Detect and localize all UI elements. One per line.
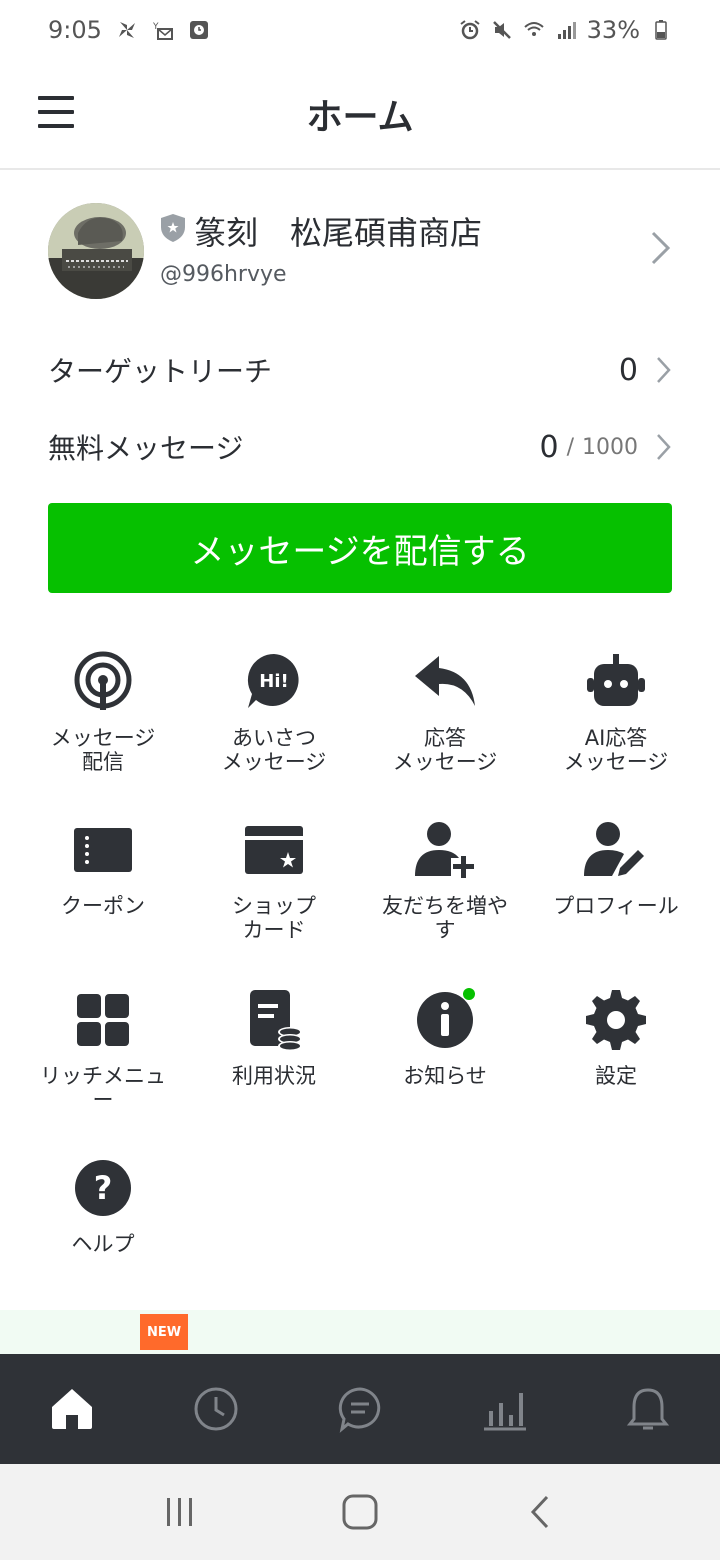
back-button[interactable]: [510, 1482, 570, 1542]
target-reach-label: ターゲットリーチ: [48, 355, 273, 388]
tile-label: お知らせ: [403, 1064, 487, 1088]
gear-icon: [586, 990, 646, 1050]
clock-app-icon: [189, 21, 208, 39]
target-reach-value: 0: [618, 352, 638, 388]
recent-apps-button[interactable]: [150, 1482, 210, 1542]
status-right: 33%: [459, 16, 672, 44]
svg-text:?: ?: [94, 1169, 113, 1207]
tile-label: ヘルプ: [71, 1232, 135, 1256]
tile-label: AI応答 メッセージ: [563, 726, 669, 774]
tile-help[interactable]: ? ヘルプ: [18, 1156, 188, 1256]
free-messages-label: 無料メッセージ: [48, 432, 244, 465]
shop-card-icon: [245, 826, 303, 874]
tile-label: あいさつ メッセージ: [221, 726, 327, 774]
tile-label: 友だちを増や す: [382, 894, 508, 942]
chart-icon: [484, 1393, 526, 1431]
tile-greeting-message[interactable]: Hi! あいさつ メッセージ: [189, 650, 359, 774]
home-button-icon: [342, 1494, 378, 1530]
tile-label: 設定: [595, 1064, 637, 1088]
add-friend-icon: [415, 822, 474, 878]
tile-label: リッチメニュ ー: [40, 1064, 166, 1112]
broadcast-icon: [74, 651, 132, 710]
tile-label: クーポン: [61, 894, 145, 918]
account-card[interactable]: 篆刻 松尾碩甫商店 @996hrvye: [0, 200, 720, 300]
hi-bubble-icon: Hi!: [247, 653, 299, 708]
tile-add-friends[interactable]: 友だちを増や す: [360, 818, 530, 942]
tile-label: メッセージ 配信: [50, 726, 156, 774]
rich-menu-icon: [77, 994, 129, 1046]
nav-chat[interactable]: [320, 1369, 400, 1449]
home-icon: [52, 1389, 92, 1429]
free-messages-value-group: 0 / 1000: [539, 430, 672, 465]
tile-coupon[interactable]: クーポン: [18, 818, 188, 918]
tile-label: ショップ カード: [232, 894, 316, 942]
coupon-icon: [74, 828, 132, 872]
target-reach-row[interactable]: ターゲットリーチ 0: [48, 345, 672, 395]
chat-icon: [338, 1387, 381, 1433]
pinwheel-icon: [118, 22, 135, 38]
system-nav: [0, 1464, 720, 1560]
robot-icon: [587, 654, 645, 706]
hamburger-menu-icon[interactable]: [38, 96, 74, 128]
battery-icon: [655, 20, 667, 40]
status-time: 9:05: [48, 16, 102, 44]
page-title: ホーム: [306, 97, 414, 138]
tile-label: 利用状況: [232, 1064, 316, 1088]
tile-message-broadcast[interactable]: メッセージ 配信: [18, 650, 188, 774]
tile-auto-reply[interactable]: 応答 メッセージ: [360, 650, 530, 774]
tile-ai-reply[interactable]: AI応答 メッセージ: [531, 650, 701, 774]
profile-edit-icon: [584, 822, 644, 876]
signal-icon: [557, 22, 576, 39]
recent-apps-icon: [167, 1498, 192, 1526]
promo-banner[interactable]: NEW: [0, 1310, 720, 1354]
free-messages-used: 0: [539, 429, 559, 465]
tile-profile[interactable]: プロフィール: [531, 818, 701, 918]
nav-history[interactable]: [176, 1369, 256, 1449]
free-messages-limit: 1000: [582, 434, 638, 460]
tile-settings[interactable]: 設定: [531, 988, 701, 1088]
mute-icon: [492, 21, 511, 39]
back-icon: [530, 1495, 549, 1529]
tile-notices[interactable]: お知らせ: [360, 988, 530, 1088]
shield-icon: [161, 214, 185, 242]
tile-rich-menu[interactable]: リッチメニュ ー: [18, 988, 188, 1112]
free-messages-row[interactable]: 無料メッセージ 0 / 1000: [48, 422, 672, 472]
tile-usage[interactable]: 利用状況: [189, 988, 359, 1088]
avatar-image: [48, 203, 144, 299]
status-bar: 9:05 Y 33%: [0, 0, 720, 60]
help-icon: ?: [75, 1160, 131, 1216]
account-id: @996hrvye: [160, 262, 287, 287]
tile-label: 応答 メッセージ: [392, 726, 498, 774]
tile-shop-card[interactable]: ショップ カード: [189, 818, 359, 942]
wifi-icon: [523, 22, 544, 36]
chevron-right-icon: [657, 434, 671, 460]
bottom-nav: [0, 1354, 720, 1464]
chevron-right-icon[interactable]: [650, 230, 672, 266]
account-name: 篆刻 松尾碩甫商店: [194, 214, 483, 252]
tile-label: プロフィール: [553, 894, 679, 918]
new-badge: NEW: [140, 1314, 188, 1350]
send-message-button[interactable]: メッセージを配信する: [48, 503, 672, 593]
nav-notifications[interactable]: [608, 1369, 688, 1449]
clock-icon: [194, 1387, 238, 1431]
nav-home[interactable]: [32, 1369, 112, 1449]
system-home-button[interactable]: [330, 1482, 390, 1542]
svg-text:Hi!: Hi!: [259, 671, 288, 692]
bell-icon: [626, 1388, 670, 1430]
free-messages-separator: /: [566, 434, 574, 460]
voicemail-sms-icon: Y: [152, 22, 173, 40]
nav-analytics[interactable]: [464, 1369, 544, 1449]
app-header: ホーム: [0, 60, 720, 170]
chevron-right-icon: [657, 357, 671, 383]
target-reach-value-group: 0: [619, 353, 672, 388]
status-left: 9:05 Y: [48, 16, 210, 44]
avatar: [48, 203, 144, 299]
reply-arrow-icon: [415, 656, 475, 706]
battery-percent: 33%: [586, 16, 640, 44]
notification-dot: [463, 988, 475, 1000]
usage-icon: [250, 990, 302, 1051]
alarm-icon: [460, 20, 480, 40]
